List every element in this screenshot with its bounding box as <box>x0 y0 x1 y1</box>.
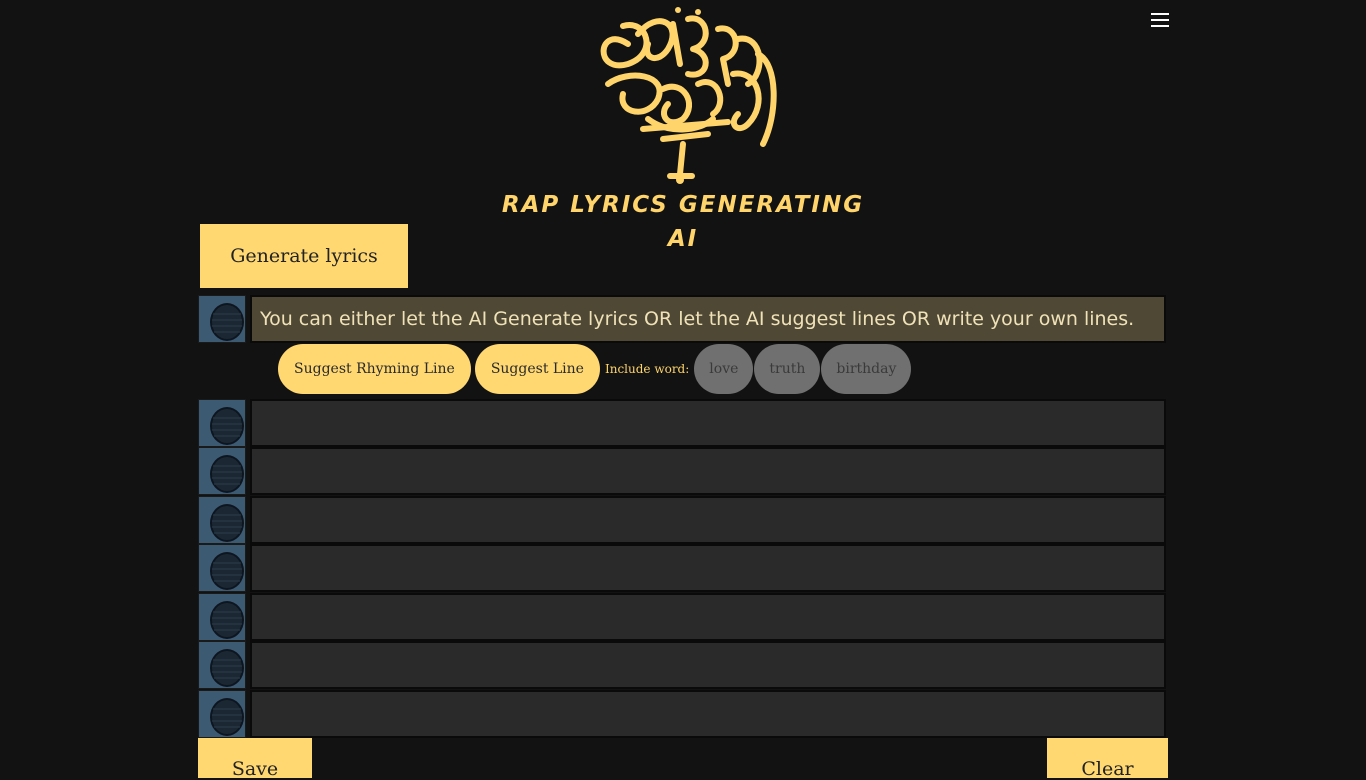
microphone-icon[interactable] <box>198 690 246 738</box>
microphone-icon[interactable] <box>198 593 246 641</box>
lyric-line-input-6[interactable] <box>250 593 1166 641</box>
clear-button[interactable]: Clear <box>1047 738 1168 779</box>
lyric-line-input-8[interactable] <box>250 690 1166 738</box>
suggest-toolbar: Suggest Rhyming Line Suggest Line Includ… <box>278 344 912 394</box>
page-subtitle: RAP LYRICS GENERATING AI <box>501 192 865 252</box>
microphone-icon[interactable] <box>198 496 246 544</box>
word-chip-birthday[interactable]: birthday <box>821 344 912 394</box>
lyric-line-input-4[interactable] <box>250 496 1166 544</box>
lyric-line-row <box>198 690 1168 738</box>
generate-lyrics-button[interactable]: Generate lyrics <box>200 224 408 288</box>
lyric-line-row <box>198 544 1168 592</box>
microphone-icon[interactable] <box>198 544 246 592</box>
microphone-icon[interactable] <box>198 295 246 343</box>
deep-beat-logo <box>600 7 777 184</box>
lyric-line-row <box>198 496 1168 544</box>
lyric-line-input-3[interactable] <box>250 447 1166 495</box>
word-chip-love[interactable]: love <box>694 344 754 394</box>
lyric-line-row <box>198 399 1168 447</box>
suggest-line-button[interactable]: Suggest Line <box>474 344 600 394</box>
include-word-label: Include word: <box>604 362 690 376</box>
lyric-line-row <box>198 295 1168 343</box>
save-button[interactable]: Save <box>198 738 312 779</box>
hamburger-menu-icon[interactable] <box>1149 9 1171 29</box>
microphone-icon[interactable] <box>198 641 246 689</box>
lyric-line-row <box>198 447 1168 495</box>
lyric-line-input-5[interactable] <box>250 544 1166 592</box>
lyric-line-input-2[interactable] <box>250 399 1166 447</box>
suggest-rhyming-line-button[interactable]: Suggest Rhyming Line <box>278 344 471 394</box>
microphone-icon[interactable] <box>198 399 246 447</box>
word-chip-truth[interactable]: truth <box>754 344 821 394</box>
microphone-icon[interactable] <box>198 447 246 495</box>
lyric-line-row <box>198 641 1168 689</box>
lyric-line-input-7[interactable] <box>250 641 1166 689</box>
lyric-line-input-1[interactable] <box>250 295 1166 343</box>
lyric-line-row <box>198 593 1168 641</box>
